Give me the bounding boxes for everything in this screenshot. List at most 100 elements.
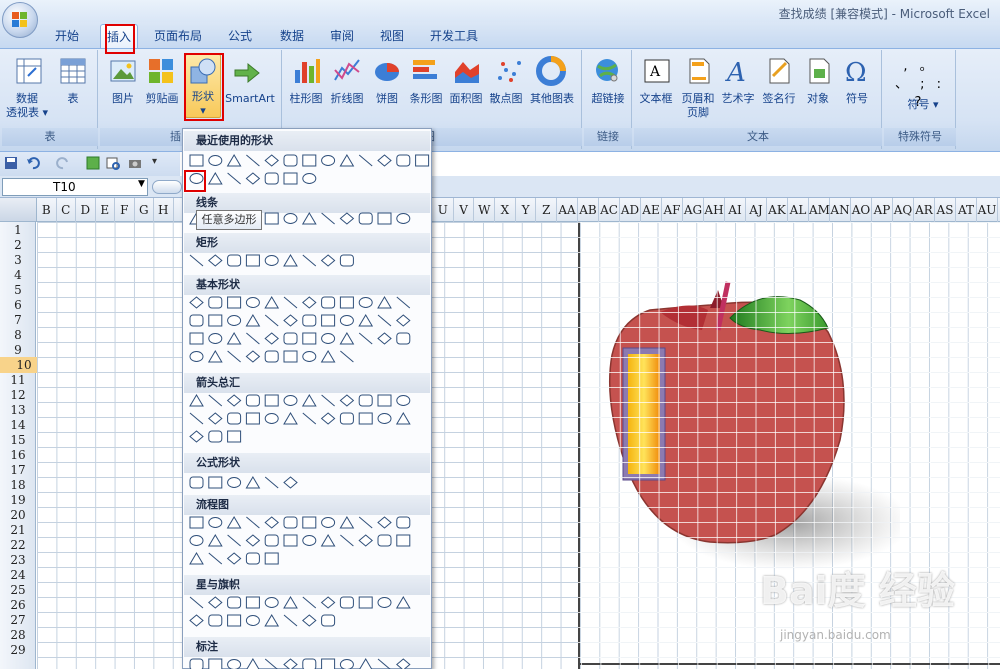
shape-option[interactable] (189, 332, 204, 345)
shape-option[interactable] (358, 412, 373, 425)
export-icon[interactable] (86, 156, 100, 170)
shape-option[interactable] (227, 430, 242, 443)
shape-option[interactable] (245, 552, 260, 565)
shape-option[interactable] (396, 658, 411, 669)
shape-option[interactable] (321, 333, 336, 344)
shape-option[interactable] (320, 350, 336, 363)
row-header[interactable]: 5 (0, 283, 36, 298)
textbox-button[interactable]: 文本框 (636, 92, 676, 106)
bar-chart-button[interactable]: 条形图 (406, 92, 446, 106)
shape-option[interactable] (377, 296, 392, 309)
shape-option[interactable] (208, 314, 223, 327)
row-header[interactable]: 15 (0, 433, 36, 448)
shape-option[interactable] (396, 516, 411, 529)
column-header[interactable]: AU (977, 198, 998, 222)
shape-option[interactable] (227, 614, 242, 627)
shape-option[interactable] (264, 332, 279, 345)
column-header[interactable]: F (115, 198, 135, 222)
shape-option[interactable] (301, 394, 317, 407)
shape-option[interactable] (283, 614, 298, 627)
shape-option[interactable] (227, 296, 242, 309)
shape-option[interactable] (358, 212, 373, 225)
tab-data[interactable]: 数据 (272, 24, 312, 48)
shape-option[interactable] (207, 534, 223, 547)
office-button[interactable] (2, 2, 38, 38)
shape-option[interactable] (339, 596, 354, 609)
shape-option[interactable] (321, 212, 335, 225)
row-header[interactable]: 21 (0, 523, 36, 538)
shape-option[interactable] (377, 597, 392, 608)
shape-option[interactable] (415, 154, 430, 167)
column-header[interactable]: AP (872, 198, 893, 222)
shape-option[interactable] (339, 296, 354, 309)
shape-option[interactable] (377, 394, 392, 407)
row-header[interactable]: 6 (0, 298, 36, 313)
shape-option[interactable] (339, 315, 354, 326)
symbol-button[interactable]: 符号 (838, 92, 876, 106)
column-header[interactable]: E (96, 198, 115, 222)
row-header[interactable]: 4 (0, 268, 36, 283)
column-header[interactable]: W (474, 198, 496, 222)
shape-option[interactable] (189, 552, 204, 565)
shape-option[interactable] (226, 516, 242, 529)
shape-option[interactable] (302, 535, 317, 546)
shape-option[interactable] (264, 172, 279, 185)
shape-option[interactable] (339, 394, 355, 407)
formula-bar-grip[interactable] (152, 180, 182, 194)
row-header[interactable]: 1 (0, 223, 36, 238)
row-header[interactable]: 20 (0, 508, 36, 523)
shape-option[interactable] (246, 154, 260, 167)
shape-option[interactable] (340, 534, 354, 547)
tab-page-layout[interactable]: 页面布局 (148, 24, 208, 48)
shape-option[interactable] (227, 477, 242, 488)
shape-option[interactable] (339, 412, 354, 425)
column-header[interactable]: H (154, 198, 174, 222)
shape-option[interactable] (283, 658, 298, 669)
shape-option[interactable] (226, 332, 242, 345)
shape-option[interactable] (227, 596, 242, 609)
row-header[interactable]: 8 (0, 328, 36, 343)
shape-option[interactable] (302, 314, 317, 327)
column-header[interactable]: Y (516, 198, 537, 222)
shape-option[interactable] (283, 154, 298, 167)
shape-option[interactable] (358, 154, 373, 167)
shape-option[interactable] (283, 314, 298, 327)
shape-option[interactable] (264, 212, 279, 225)
shape-option[interactable] (189, 296, 204, 309)
shape-option[interactable] (189, 394, 204, 407)
shape-option[interactable] (264, 255, 279, 266)
shape-option[interactable] (321, 517, 336, 528)
shape-option[interactable] (264, 476, 279, 489)
shape-option[interactable] (302, 173, 317, 184)
shape-option[interactable] (283, 596, 298, 609)
column-header[interactable]: AR (914, 198, 935, 222)
pivot-table-button[interactable]: 数据 透视表 ▾ (4, 92, 50, 120)
print-preview-icon[interactable] (106, 156, 120, 170)
shape-option[interactable] (189, 614, 204, 627)
column-header[interactable]: AK (767, 198, 788, 222)
row-header[interactable]: 9 (0, 343, 36, 358)
shape-option[interactable] (264, 314, 279, 327)
shape-option[interactable] (321, 394, 335, 407)
shape-option[interactable] (321, 155, 336, 166)
shape-option[interactable] (189, 351, 204, 362)
shape-option[interactable] (321, 314, 336, 327)
tab-developer[interactable]: 开发工具 (424, 24, 484, 48)
shape-option[interactable] (301, 212, 317, 225)
shape-option[interactable] (208, 552, 223, 565)
picture-button[interactable]: 图片 (106, 92, 140, 106)
shape-option[interactable] (377, 658, 391, 669)
shape-option[interactable] (358, 394, 373, 407)
table-button[interactable]: 表 (58, 92, 88, 106)
shape-option[interactable] (283, 534, 298, 547)
wordart-button[interactable]: 艺术字 (718, 92, 758, 106)
row-header[interactable]: 29 (0, 643, 36, 658)
select-all-corner[interactable] (0, 198, 37, 222)
object-button[interactable]: 对象 (800, 92, 836, 106)
shape-option[interactable] (227, 254, 242, 267)
row-header[interactable]: 26 (0, 598, 36, 613)
shape-option[interactable] (189, 596, 204, 609)
shape-option[interactable] (396, 332, 411, 345)
column-header[interactable]: AE (641, 198, 662, 222)
row-header[interactable]: 22 (0, 538, 36, 553)
